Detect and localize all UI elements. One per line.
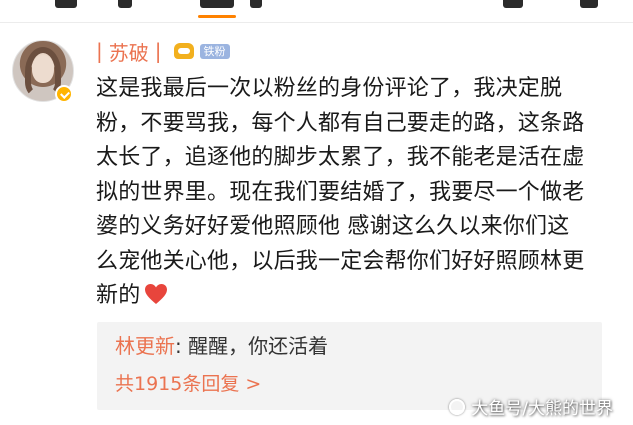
watermark-text: 大鱼号/大熊的世界 <box>471 399 613 419</box>
avatar-face <box>32 55 54 83</box>
comment-line-last: 新的 <box>96 279 601 314</box>
comment-body: 这是我最后一次以粉丝的身份评论了，我决定脱 粉，不要骂我，每个人都有自己要走的路… <box>96 72 601 314</box>
verified-badge-icon <box>55 85 73 103</box>
tab-fragment[interactable] <box>55 0 77 8</box>
fan-badge: 铁粉 <box>199 43 230 59</box>
username[interactable]: 苏破 <box>109 37 149 66</box>
divider: | <box>96 39 103 63</box>
reply-separator: : <box>175 334 182 358</box>
tab-fragment[interactable] <box>250 0 262 8</box>
comment-line: 这是我最后一次以粉丝的身份评论了，我决定脱 <box>96 76 563 101</box>
heart-icon <box>145 284 168 304</box>
top-tab-bar <box>0 0 633 23</box>
fan-crown-icon <box>172 41 196 61</box>
watermark: 大鱼号/大熊的世界 <box>449 394 613 419</box>
comment-line: 粉，不要骂我，每个人都有自己要走的路，这条路 <box>96 110 585 136</box>
active-tab-indicator <box>198 15 236 18</box>
view-all-replies-link[interactable]: 共1915条回复 > <box>115 370 261 398</box>
comment-header: | 苏破 | 铁粉 <box>96 37 230 66</box>
tab-fragment[interactable] <box>580 0 598 8</box>
reply-author[interactable]: 林更新 <box>115 334 175 358</box>
divider: | <box>154 39 162 63</box>
comment-line: 新的 <box>96 283 141 308</box>
comment-line: 拟的世界里。现在我们要结婚了，我要尽一个做老 <box>96 179 585 205</box>
comment-line: 太长了，追逐他的脚步太累了，我不能老是活在虚 <box>96 145 585 170</box>
tab-fragment[interactable] <box>200 0 234 8</box>
reply-text: 醒醒，你还活着 <box>181 334 329 358</box>
reply-item: 林更新: 醒醒，你还活着 <box>115 332 328 360</box>
comment-line: 么宠他关心他，以后我一定会帮你们好好照顾林更 <box>96 248 585 274</box>
tab-fragment[interactable] <box>118 0 132 8</box>
tab-fragment[interactable] <box>503 0 523 8</box>
watermark-logo-icon <box>449 398 466 415</box>
comment-line: 婆的义务好好爱他照顾他 感谢这么久以来你们这 <box>96 214 570 239</box>
